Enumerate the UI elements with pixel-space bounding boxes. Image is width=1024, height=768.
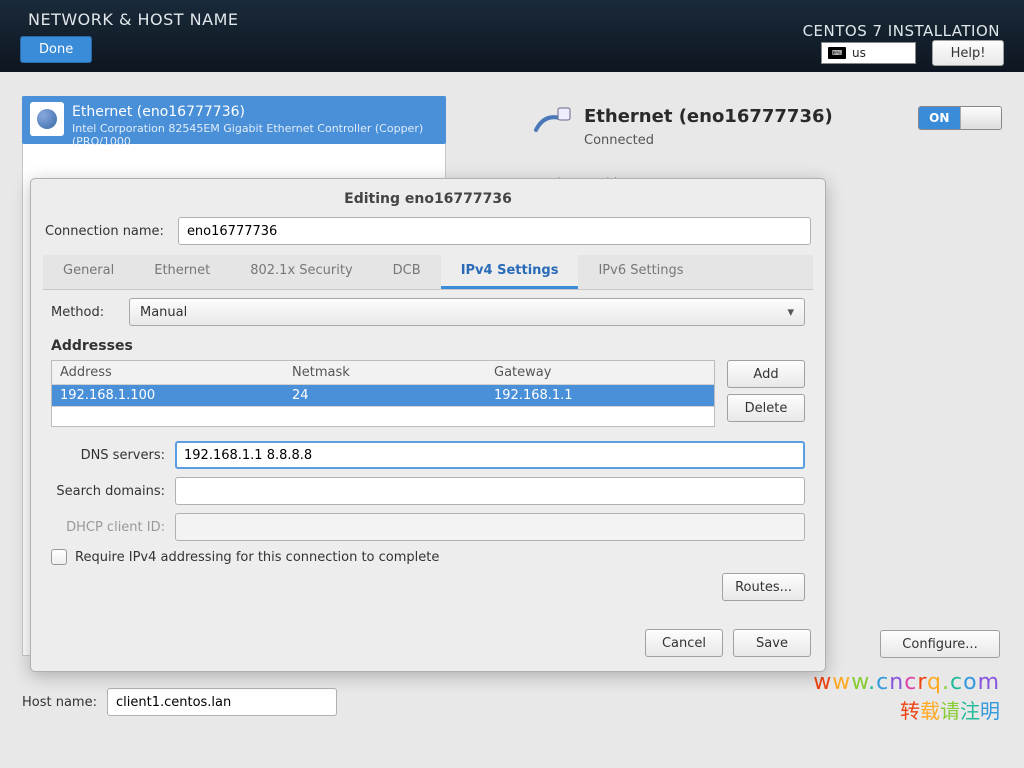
install-title: CENTOS 7 INSTALLATION: [803, 22, 1000, 40]
tab-ethernet[interactable]: Ethernet: [134, 255, 230, 289]
require-ipv4-label: Require IPv4 addressing for this connect…: [75, 550, 439, 565]
routes-button[interactable]: Routes...: [722, 573, 805, 601]
method-value: Manual: [140, 305, 187, 320]
watermark: www.cncrq.com 转载请注明: [813, 670, 1000, 724]
addresses-heading: Addresses: [51, 338, 805, 354]
tab-8021x[interactable]: 802.1x Security: [230, 255, 372, 289]
hostname-input[interactable]: [107, 688, 337, 716]
table-row-empty[interactable]: [52, 406, 714, 426]
help-button[interactable]: Help!: [932, 40, 1004, 66]
connection-state: Connected: [584, 133, 833, 148]
configure-button[interactable]: Configure...: [880, 630, 1000, 658]
dhcp-client-id-label: DHCP client ID:: [51, 520, 175, 535]
dns-servers-input[interactable]: [175, 441, 805, 469]
ethernet-plug-large-icon: [530, 106, 572, 148]
connection-toggle[interactable]: ON: [918, 106, 1002, 130]
top-bar: NETWORK & HOST NAME Done CENTOS 7 INSTAL…: [0, 0, 1024, 72]
add-address-button[interactable]: Add: [727, 360, 805, 388]
dialog-title: Editing eno16777736: [45, 191, 811, 207]
interface-description: Intel Corporation 82545EM Gigabit Ethern…: [72, 122, 436, 148]
interface-item[interactable]: Ethernet (eno16777736) Intel Corporation…: [22, 96, 446, 144]
method-label: Method:: [51, 305, 129, 320]
table-row[interactable]: 192.168.1.100 24 192.168.1.1: [52, 385, 714, 406]
cell-address: 192.168.1.100: [52, 385, 284, 406]
keyboard-layout-label: us: [852, 46, 866, 60]
keyboard-icon: ⌨: [828, 47, 846, 59]
ethernet-plug-icon: [30, 102, 64, 136]
connection-title: Ethernet (eno16777736): [584, 106, 833, 127]
cancel-button[interactable]: Cancel: [645, 629, 723, 657]
connection-name-input[interactable]: [178, 217, 811, 245]
toggle-knob: [960, 107, 1002, 129]
save-button[interactable]: Save: [733, 629, 811, 657]
tab-ipv4-settings[interactable]: IPv4 Settings: [441, 255, 579, 289]
tab-dcb[interactable]: DCB: [373, 255, 441, 289]
cell-gateway: 192.168.1.1: [486, 385, 714, 406]
cell-netmask: 24: [284, 385, 486, 406]
search-domains-input[interactable]: [175, 477, 805, 505]
column-address: Address: [52, 361, 284, 384]
tab-ipv6-settings[interactable]: IPv6 Settings: [578, 255, 703, 289]
interface-name: Ethernet (eno16777736): [72, 104, 436, 120]
done-button[interactable]: Done: [20, 36, 92, 63]
keyboard-indicator[interactable]: ⌨ us: [821, 42, 916, 64]
connection-name-label: Connection name:: [45, 224, 164, 239]
settings-tabs: General Ethernet 802.1x Security DCB IPv…: [43, 255, 813, 290]
dhcp-client-id-input: [175, 513, 805, 541]
require-ipv4-checkbox[interactable]: [51, 549, 67, 565]
dns-servers-label: DNS servers:: [51, 448, 175, 463]
addresses-table[interactable]: Address Netmask Gateway 192.168.1.100 24…: [51, 360, 715, 427]
page-title: NETWORK & HOST NAME: [28, 10, 239, 29]
method-select[interactable]: Manual: [129, 298, 805, 326]
hostname-row: Host name:: [22, 688, 337, 716]
edit-connection-dialog: Editing eno16777736 Connection name: Gen…: [30, 178, 826, 672]
column-netmask: Netmask: [284, 361, 486, 384]
search-domains-label: Search domains:: [51, 484, 175, 499]
column-gateway: Gateway: [486, 361, 714, 384]
toggle-on-label: ON: [919, 107, 960, 129]
tab-general[interactable]: General: [43, 255, 134, 289]
hostname-label: Host name:: [22, 695, 97, 710]
delete-address-button[interactable]: Delete: [727, 394, 805, 422]
interface-list: Ethernet (eno16777736) Intel Corporation…: [22, 96, 446, 144]
